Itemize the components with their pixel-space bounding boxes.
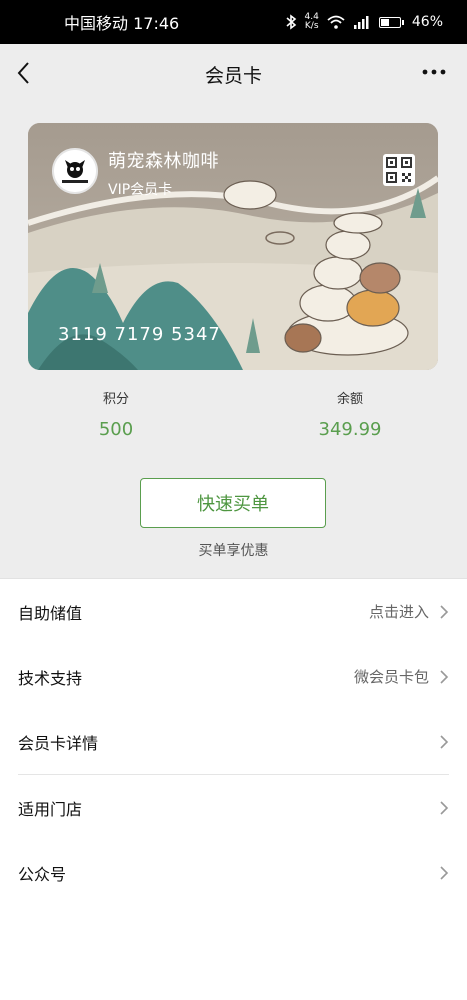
chevron-right-icon: [440, 800, 449, 815]
nav-bar: 会员卡: [0, 44, 467, 102]
menu-item-official-account[interactable]: 公众号: [18, 840, 449, 905]
chevron-right-icon: [440, 734, 449, 749]
menu-list: 自助储值 点击进入 技术支持 微会员卡包 会员卡详情 适用门店 公众号: [0, 578, 467, 905]
chevron-right-icon: [440, 865, 449, 880]
menu-item-label: 技术支持: [18, 668, 83, 688]
signal-icon: [353, 16, 369, 29]
menu-item-label: 适用门店: [18, 799, 83, 819]
menu-item-label: 公众号: [18, 864, 67, 884]
chevron-right-icon: [440, 604, 449, 619]
menu-item-label: 会员卡详情: [18, 733, 99, 753]
menu-item-card-details[interactable]: 会员卡详情: [18, 709, 449, 775]
wifi-icon: [327, 15, 345, 29]
carrier-time: 中国移动 17:46: [64, 14, 180, 33]
battery-icon: [378, 16, 404, 28]
balance-value: 349.99: [318, 419, 382, 440]
menu-item-stores[interactable]: 适用门店: [18, 775, 449, 840]
card-stats: 积分 500 余额 349.99: [0, 388, 467, 458]
net-speed: 4.4 K/s: [304, 12, 319, 31]
page-title: 会员卡: [204, 65, 262, 87]
points-value: 500: [98, 419, 134, 440]
member-card[interactable]: 萌宠森林咖啡 VIP会员卡 3119 7179 5347: [28, 123, 438, 370]
more-dots-icon[interactable]: [421, 62, 447, 82]
battery-percent: 46%: [411, 14, 443, 30]
card-tier: VIP会员卡: [108, 182, 173, 198]
card-brand-name: 萌宠森林咖啡: [108, 151, 219, 172]
quick-buy-button[interactable]: 快速买单: [140, 478, 326, 528]
cat-logo-icon: [52, 148, 98, 194]
card-section: 萌宠森林咖啡 VIP会员卡 3119 7179 5347 积分 500 余额 3…: [0, 102, 467, 578]
chevron-right-icon: [440, 669, 449, 684]
points-label: 积分: [102, 392, 129, 407]
menu-item-self-recharge[interactable]: 自助储值 点击进入: [18, 579, 449, 644]
quick-buy-subtitle: 买单享优惠: [198, 543, 269, 559]
status-icons: 4.4 K/s 46%: [285, 13, 443, 31]
menu-item-value: 微会员卡包: [353, 668, 429, 686]
menu-item-label: 自助储值: [18, 603, 83, 623]
card-number: 3119 7179 5347: [58, 324, 221, 345]
balance-stat[interactable]: 余额 349.99: [280, 388, 420, 440]
points-stat[interactable]: 积分 500: [46, 388, 186, 440]
status-bar: 中国移动 17:46 4.4 K/s 46%: [0, 0, 467, 44]
menu-item-value: 点击进入: [368, 603, 429, 621]
menu-item-tech-support[interactable]: 技术支持 微会员卡包: [18, 644, 449, 709]
balance-label: 余额: [336, 392, 363, 407]
qr-code-icon[interactable]: [383, 154, 415, 186]
bluetooth-icon: [286, 14, 296, 30]
